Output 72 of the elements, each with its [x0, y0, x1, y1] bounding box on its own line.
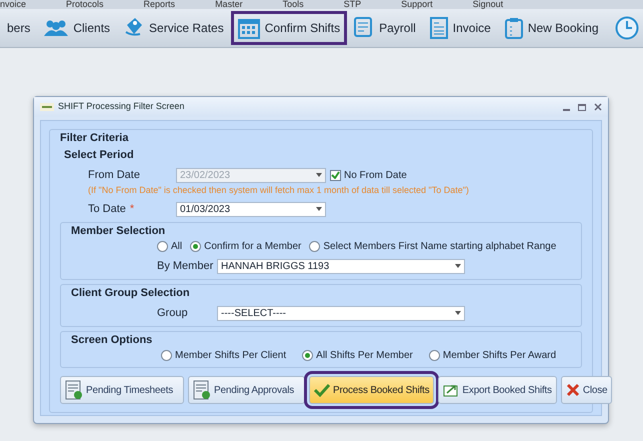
people-icon	[44, 18, 68, 38]
field-label: From Date	[88, 168, 141, 183]
menu-item[interactable]: nvoice	[0, 0, 26, 9]
dropdown-field[interactable]: HANNAH BRIGGS 1193	[217, 258, 465, 274]
menu-item[interactable]: STP	[344, 0, 362, 9]
action-button[interactable]: Close	[560, 376, 612, 404]
toolbar-button[interactable]: Clients	[37, 11, 118, 45]
radio-option[interactable]: All	[157, 239, 182, 254]
required-mark: *	[130, 202, 134, 217]
calendar-icon	[238, 17, 260, 39]
caret-icon	[316, 173, 322, 178]
radio-option[interactable]: Member Shifts Per Client	[161, 348, 286, 363]
checkbox-label: No From Date	[344, 168, 407, 183]
radio-option[interactable]: Member Shifts Per Award	[428, 348, 556, 363]
action-button[interactable]: Pending Timesheets	[60, 376, 184, 404]
radio-button[interactable]	[309, 241, 320, 252]
spreadsheet-icon	[193, 380, 212, 400]
toolbar-button[interactable]: New Booking	[498, 11, 606, 45]
field-label: To Date	[88, 202, 126, 217]
close-icon	[566, 383, 580, 397]
toolbar-button[interactable]: Service Rates	[117, 11, 231, 45]
toolbar-button[interactable]: bers	[0, 11, 38, 45]
radio-button[interactable]	[428, 350, 440, 361]
checkbox[interactable]	[330, 170, 341, 181]
radio-button[interactable]	[161, 350, 172, 361]
caret-icon	[455, 311, 461, 316]
section-heading: Member Selection	[71, 224, 166, 238]
radio-button[interactable]	[157, 241, 168, 252]
menu-item[interactable]: Master	[215, 0, 243, 9]
toolbar-button[interactable]: Invoice	[422, 11, 498, 45]
menu-item[interactable]: Support	[401, 0, 433, 9]
close-icon[interactable]	[594, 103, 602, 111]
dropdown-field[interactable]: ----SELECT----	[217, 306, 465, 321]
hint-text: (If "No From Date" is checked then system will fetch max 1 month of data till selected "To Date")	[87, 184, 470, 197]
dropdown-field: 23/02/2023	[176, 168, 326, 183]
menu-item[interactable]: Signout	[472, 0, 504, 9]
app-icon	[40, 103, 54, 111]
menu-item[interactable]: Reports	[144, 0, 176, 9]
document-icon	[354, 17, 374, 39]
checkbox-option[interactable]: No From Date	[330, 168, 407, 183]
section-heading: Select Period	[64, 148, 135, 162]
section-heading: Filter Criteria	[60, 131, 130, 146]
action-button[interactable]: Export Booked Shifts	[438, 376, 557, 404]
caret-icon	[455, 264, 461, 268]
toolbar-button[interactable]: Confirm Shifts	[230, 11, 348, 45]
dropdown-field[interactable]: 01/03/2023	[176, 202, 326, 217]
invoice-icon	[430, 17, 448, 39]
caret-icon	[316, 207, 322, 212]
radio-option[interactable]: All Shifts Per Member	[302, 348, 413, 363]
field-label: Group	[157, 306, 189, 321]
radio-option[interactable]: Confirm for a Member	[190, 239, 302, 254]
spreadsheet-icon	[65, 380, 83, 400]
radio-label: All	[171, 240, 182, 254]
toolbar-button[interactable]: Payroll	[347, 11, 423, 45]
clock-icon	[615, 16, 639, 40]
window-title: SHIFT Processing Filter Screen	[58, 100, 184, 114]
checkmark-icon	[314, 383, 330, 397]
radio-label: Confirm for a Member	[204, 240, 302, 254]
radio-label: Member Shifts Per Award	[442, 349, 556, 363]
menu-item[interactable]: Protocols	[66, 0, 104, 9]
section-heading: Screen Options	[71, 332, 154, 348]
maximize-icon[interactable]	[578, 104, 586, 110]
action-button[interactable]: Pending Approvals	[188, 376, 306, 404]
radio-label: Member Shifts Per Client	[175, 349, 286, 363]
export-icon	[443, 383, 460, 397]
field-label: By Member	[157, 259, 214, 274]
radio-button[interactable]	[302, 350, 314, 361]
radio-label: All Shifts Per Member	[316, 349, 413, 363]
menu-item[interactable]: Tools	[282, 0, 304, 9]
section-heading: Client Group Selection	[71, 286, 191, 300]
clipboard-icon	[504, 17, 523, 39]
radio-button[interactable]	[190, 241, 202, 252]
